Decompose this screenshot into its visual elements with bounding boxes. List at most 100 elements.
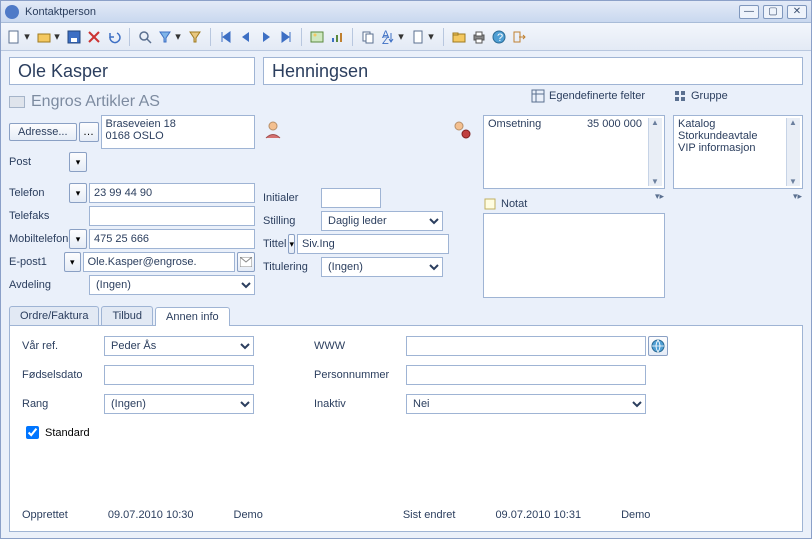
position-label: Stilling [263, 215, 319, 227]
minimize-button[interactable]: — [739, 5, 759, 19]
doc-icon[interactable] [409, 28, 427, 46]
copy-icon[interactable] [359, 28, 377, 46]
post-dropdown[interactable]: ▾ [69, 152, 87, 172]
titlebar: Kontaktperson — ▢ ✕ [1, 1, 811, 23]
initials-input[interactable] [321, 188, 381, 208]
group-list[interactable]: Katalog Storkundeavtale VIP informasjon … [673, 115, 803, 189]
dept-select[interactable]: (Ingen) [89, 275, 255, 295]
note-header: Notat [501, 198, 527, 210]
svg-text:?: ? [497, 32, 503, 44]
standard-checkbox[interactable] [26, 426, 39, 439]
toolbar: ▾ ▾ ▾ AZ ▾ ▾ ? [1, 23, 811, 51]
fax-label: Telefaks [9, 210, 67, 222]
rank-select[interactable]: (Ingen) [104, 394, 254, 414]
created-at: 09.07.2010 10:30 [108, 509, 194, 521]
modified-at: 09.07.2010 10:31 [495, 509, 581, 521]
save-icon[interactable] [65, 28, 83, 46]
print-icon[interactable] [470, 28, 488, 46]
content: Engros Artikler AS Egendefinerte felter … [1, 51, 811, 538]
scrollbar[interactable] [786, 118, 800, 186]
first-icon[interactable] [217, 28, 235, 46]
exit-icon[interactable] [510, 28, 528, 46]
filter-icon[interactable] [156, 28, 174, 46]
title-label: Tittel [263, 238, 286, 250]
address-more-button[interactable]: … [79, 122, 99, 142]
email-input[interactable] [83, 252, 235, 272]
prev-icon[interactable] [237, 28, 255, 46]
note-icon [483, 197, 497, 211]
image-icon[interactable] [308, 28, 326, 46]
www-input[interactable] [406, 336, 646, 356]
maximize-button[interactable]: ▢ [763, 5, 783, 19]
user-settings-icon[interactable] [451, 119, 475, 139]
group-item[interactable]: Katalog [678, 118, 798, 130]
last-name-input[interactable] [263, 57, 803, 85]
ourref-select[interactable]: Peder Ås [104, 336, 254, 356]
new-dropdown[interactable]: ▾ [23, 30, 31, 43]
mobile-dropdown[interactable]: ▾ [69, 229, 87, 249]
new-icon[interactable] [5, 28, 23, 46]
email-label: E-post1 [9, 256, 62, 268]
address-button[interactable]: Adresse... [9, 123, 77, 141]
email-dropdown[interactable]: ▾ [64, 252, 81, 272]
custom-fields-header: Egendefinerte felter [549, 90, 645, 102]
first-name-input[interactable] [9, 57, 255, 85]
sort-dropdown[interactable]: ▾ [397, 30, 405, 43]
title-input[interactable] [297, 234, 449, 254]
tab-offer[interactable]: Tilbud [101, 306, 153, 325]
created-label: Opprettet [22, 509, 68, 521]
group-item[interactable]: VIP informasjon [678, 142, 798, 154]
open-dropdown[interactable]: ▾ [53, 30, 61, 43]
company-name: Engros Artikler AS [31, 93, 160, 111]
custom-expand-icon[interactable]: ▾▸ [655, 191, 664, 202]
undo-icon[interactable] [105, 28, 123, 46]
birth-label: Fødselsdato [22, 369, 102, 381]
mobile-input[interactable] [89, 229, 255, 249]
created-by: Demo [234, 509, 263, 521]
salutation-select[interactable]: (Ingen) [321, 257, 443, 277]
custom-fields-list[interactable]: Omsetning 35 000 000 ▾▸ [483, 115, 665, 189]
ssn-label: Personnummer [314, 369, 404, 381]
svg-text:Z: Z [382, 35, 389, 44]
tab-order-invoice[interactable]: Ordre/Faktura [9, 306, 99, 325]
open-icon[interactable] [35, 28, 53, 46]
phone-dropdown[interactable]: ▾ [69, 183, 87, 203]
custom-fields-icon [531, 89, 545, 103]
title-dropdown[interactable]: ▾ [288, 234, 295, 254]
phone-input[interactable] [89, 183, 255, 203]
modified-label: Sist endret [403, 509, 456, 521]
tab-other-info[interactable]: Annen info [155, 307, 230, 326]
sort-icon[interactable]: AZ [379, 28, 397, 46]
scrollbar[interactable] [648, 118, 662, 186]
folder-icon[interactable] [450, 28, 468, 46]
help-icon[interactable]: ? [490, 28, 508, 46]
inactive-select[interactable]: Nei [406, 394, 646, 414]
group-expand-icon[interactable]: ▾▸ [793, 191, 802, 202]
next-icon[interactable] [257, 28, 275, 46]
address-text[interactable]: Braseveien 18 0168 OSLO [101, 115, 255, 149]
email-send-button[interactable] [237, 252, 255, 272]
search-icon[interactable] [136, 28, 154, 46]
close-button[interactable]: ✕ [787, 5, 807, 19]
birth-input[interactable] [104, 365, 254, 385]
group-item[interactable]: Storkundeavtale [678, 130, 798, 142]
window-title: Kontaktperson [25, 6, 735, 18]
note-text[interactable] [483, 213, 665, 298]
window: Kontaktperson — ▢ ✕ ▾ ▾ ▾ AZ ▾ ▾ ? [0, 0, 812, 539]
filter-clear-icon[interactable] [186, 28, 204, 46]
ssn-input[interactable] [406, 365, 646, 385]
doc-dropdown[interactable]: ▾ [427, 30, 435, 43]
delete-icon[interactable] [85, 28, 103, 46]
standard-label: Standard [45, 427, 90, 439]
tabs: Ordre/Faktura Tilbud Annen info [9, 306, 803, 325]
globe-icon[interactable] [648, 336, 668, 356]
fax-input[interactable] [89, 206, 255, 226]
www-label: WWW [314, 340, 404, 352]
custom-row-label: Omsetning [488, 118, 541, 130]
filter-dropdown[interactable]: ▾ [174, 30, 182, 43]
salutation-label: Titulering [263, 261, 319, 273]
audit-footer: Opprettet 09.07.2010 10:30 Demo Sist end… [22, 509, 790, 521]
position-select[interactable]: Daglig leder [321, 211, 443, 231]
last-icon[interactable] [277, 28, 295, 46]
chart-icon[interactable] [328, 28, 346, 46]
